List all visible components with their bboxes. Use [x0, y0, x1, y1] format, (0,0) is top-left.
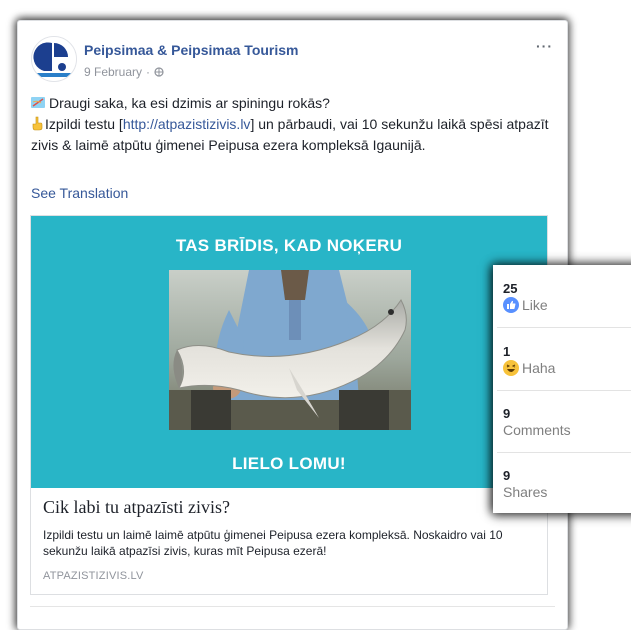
- more-options-button[interactable]: ···: [536, 38, 553, 54]
- haha-count: 1: [503, 344, 511, 359]
- like-reaction-icon: [503, 297, 519, 313]
- link-domain: ATPAZISTIZIVIS.LV: [43, 570, 144, 582]
- comments-count: 9: [503, 406, 511, 421]
- fisherman-photo: [169, 270, 411, 430]
- haha-reaction-icon: [503, 360, 519, 376]
- stats-divider: [497, 390, 631, 391]
- post-stats-panel: 25 Like 1 Haha 9 Comments 9 Shares: [493, 265, 631, 513]
- likes-label-row: Like: [503, 297, 548, 313]
- post-text: Draugi saka, ka esi dzimis ar spiningu r…: [31, 94, 551, 155]
- likes-label: Like: [522, 297, 548, 313]
- stats-divider: [497, 452, 631, 453]
- haha-label-row: Haha: [503, 360, 555, 376]
- link-title[interactable]: Cik labi tu atpazīsti zivis?: [43, 497, 230, 518]
- image-headline-bottom: LIELO LOMU!: [232, 454, 346, 473]
- shares-stat[interactable]: 9 Shares: [503, 468, 547, 500]
- see-translation-link[interactable]: See Translation: [31, 185, 128, 201]
- post-url-link[interactable]: http://atpazistizivis.lv: [123, 116, 251, 132]
- image-headline-top: TAS BRĪDIS, KAD NOĶERU: [175, 236, 403, 255]
- link-description: Izpildi testu un laimē laimē atpūtu ģime…: [43, 528, 503, 558]
- peipsimaa-logo-icon: [32, 37, 76, 81]
- post-text-line-1-text: Draugi saka, ka esi dzimis ar spiningu r…: [49, 95, 330, 111]
- likes-count: 25: [503, 281, 518, 296]
- comments-label: Comments: [503, 422, 571, 438]
- haha-stat[interactable]: 1 Haha: [503, 344, 555, 376]
- facebook-post: Peipsimaa & Peipsimaa Tourism 9 February…: [17, 20, 568, 630]
- comments-stat[interactable]: 9 Comments: [503, 406, 571, 438]
- globe-icon: [154, 67, 164, 77]
- page-name-link[interactable]: Peipsimaa & Peipsimaa Tourism: [84, 42, 299, 58]
- meta-separator: ·: [146, 65, 151, 79]
- post-text-line-2-pre: Izpildi testu [: [45, 116, 123, 132]
- shares-count: 9: [503, 468, 511, 483]
- likes-stat[interactable]: 25 Like: [503, 281, 548, 313]
- link-preview-image[interactable]: TAS BRĪDIS, KAD NOĶERU LIELO LOMU!: [31, 216, 547, 488]
- page-avatar[interactable]: [31, 36, 77, 82]
- haha-label: Haha: [522, 360, 556, 376]
- fishing-pole-emoji-icon: [31, 96, 47, 115]
- stats-divider: [497, 327, 631, 328]
- post-meta: 9 February ·: [84, 65, 164, 79]
- link-preview-card[interactable]: TAS BRĪDIS, KAD NOĶERU LIELO LOMU! Cik l…: [30, 215, 548, 595]
- shares-label: Shares: [503, 484, 548, 500]
- pointing-hand-emoji-icon: [31, 116, 43, 136]
- post-text-line-2: Izpildi testu [http://atpazistizivis.lv]…: [31, 115, 551, 155]
- post-divider: [30, 606, 555, 607]
- post-text-line-1: Draugi saka, ka esi dzimis ar spiningu r…: [31, 94, 551, 115]
- post-date[interactable]: 9 February: [84, 65, 142, 79]
